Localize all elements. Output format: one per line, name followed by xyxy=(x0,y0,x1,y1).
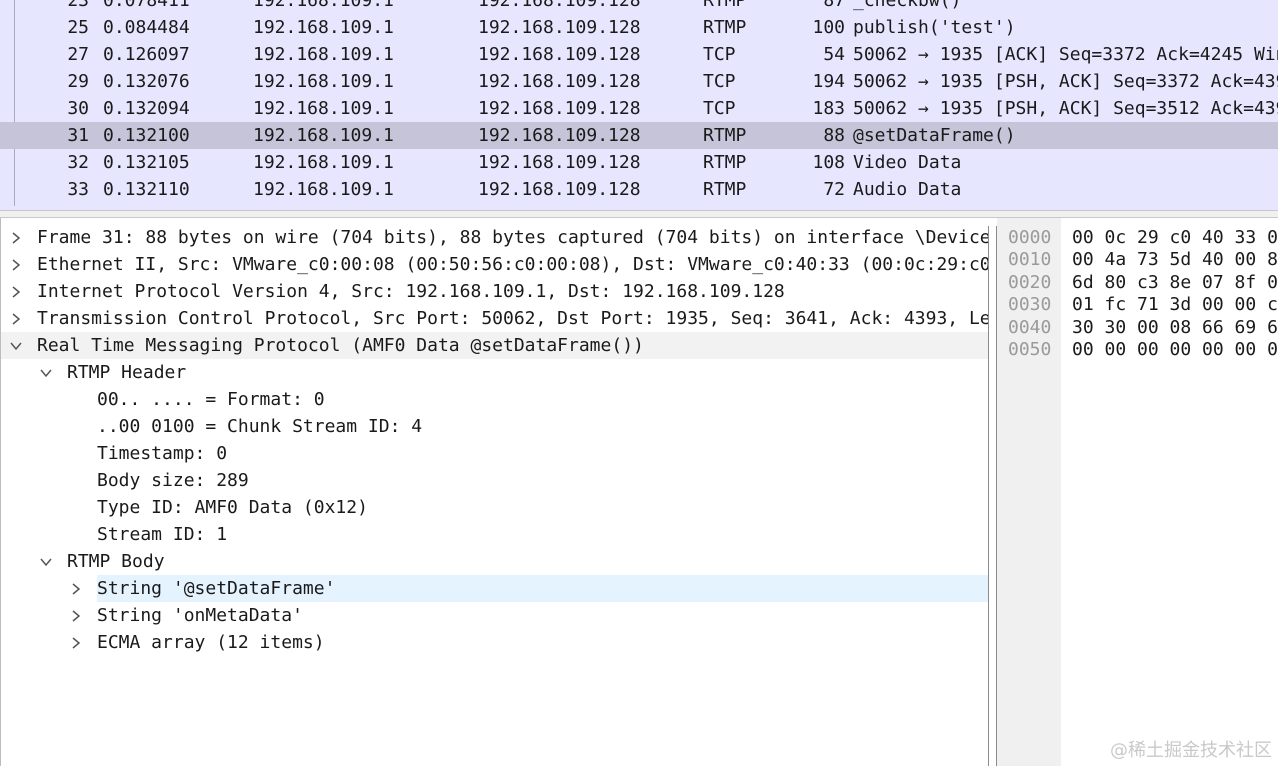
packet-row[interactable]: 32 0.132105 192.168.109.1 192.168.109.128 RT… xyxy=(0,149,1278,176)
byte-offset: 0040 xyxy=(1008,316,1052,338)
tree-item-label: Frame 31: 88 bytes on wire (704 bits), 8… xyxy=(37,227,989,248)
packet-cell-info: 50062 → 1935 [ACK] Seq=3372 Ack=4245 Win xyxy=(853,44,1278,65)
watermark: @稀土掘金技术社区 xyxy=(1110,740,1272,761)
packet-row[interactable]: 23 0.078411 192.168.109.1 192.168.109.128 RT… xyxy=(0,0,1278,14)
chevron-right-icon[interactable] xyxy=(9,251,23,278)
packet-row[interactable]: 29 0.132076 192.168.109.1 192.168.109.128 TC… xyxy=(0,68,1278,95)
byte-row[interactable]: 0050 00 00 00 00 00 00 0 xyxy=(997,339,1278,361)
chevron-right-icon[interactable] xyxy=(69,575,83,602)
tree-item[interactable]: Body size: 289 xyxy=(1,467,989,494)
tree-item-label: Ethernet II, Src: VMware_c0:00:08 (00:50… xyxy=(37,254,989,275)
tree-item-label: Timestamp: 0 xyxy=(97,443,228,464)
tree-item-label: 00.. .... = Format: 0 xyxy=(97,389,325,410)
byte-row[interactable]: 0040 30 30 00 08 66 69 6 xyxy=(997,317,1278,339)
packet-cell-info: @setDataFrame() xyxy=(853,125,1016,146)
pane-divider[interactable] xyxy=(988,226,997,766)
packet-cell-info: _checkbw() xyxy=(853,0,962,11)
byte-row[interactable]: 0010 00 4a 73 5d 40 00 80 xyxy=(997,249,1278,271)
tree-item-label: ..00 0100 = Chunk Stream ID: 4 xyxy=(97,416,423,437)
packet-cell-len: 183 xyxy=(812,98,845,119)
tree-item-label: Internet Protocol Version 4, Src: 192.16… xyxy=(37,281,785,302)
tree-item-label: RTMP Body xyxy=(67,551,165,572)
tree-item[interactable]: String '@setDataFrame' xyxy=(1,575,989,602)
tree-item-label: Stream ID: 1 xyxy=(97,524,228,545)
chevron-down-icon[interactable] xyxy=(39,359,53,386)
packet-cell-len: 194 xyxy=(812,71,845,92)
chevron-right-icon[interactable] xyxy=(69,602,83,629)
byte-offset: 0030 xyxy=(1008,294,1052,316)
tree-item[interactable]: Internet Protocol Version 4, Src: 192.16… xyxy=(1,278,989,305)
tree-item[interactable]: Timestamp: 0 xyxy=(1,440,989,467)
byte-hex: 30 30 00 08 66 69 6 xyxy=(1072,316,1278,338)
packet-cell-len: 72 xyxy=(823,179,845,200)
byte-offset: 0020 xyxy=(1008,271,1052,293)
tree-item-label: ECMA array (12 items) xyxy=(97,632,325,653)
byte-hex: 00 4a 73 5d 40 00 80 xyxy=(1072,249,1278,271)
tree-item[interactable]: 00.. .... = Format: 0 xyxy=(1,386,989,413)
byte-offset: 0050 xyxy=(1008,339,1052,360)
byte-hex: 6d 80 c3 8e 07 8f 0 xyxy=(1072,271,1278,293)
tree-item[interactable]: Type ID: AMF0 Data (0x12) xyxy=(1,494,989,521)
packet-row[interactable]: 33 0.132110 192.168.109.1 192.168.109.128 RT… xyxy=(0,176,1278,203)
byte-hex: 01 fc 71 3d 00 00 c xyxy=(1072,294,1278,316)
byte-row[interactable]: 0030 01 fc 71 3d 00 00 c xyxy=(997,294,1278,316)
packet-cell-len: 54 xyxy=(823,44,845,65)
packet-cell-info: Audio Data xyxy=(853,179,962,200)
tree-item-label: Transmission Control Protocol, Src Port:… xyxy=(37,308,989,329)
packet-list[interactable]: 23 0.078411 192.168.109.1 192.168.109.128 RT… xyxy=(0,0,1278,210)
byte-hex: 00 00 00 00 00 00 0 xyxy=(1072,339,1278,360)
tree-item[interactable]: ..00 0100 = Chunk Stream ID: 4 xyxy=(1,413,989,440)
packet-row[interactable]: 30 0.132094 192.168.109.1 192.168.109.128 TC… xyxy=(0,95,1278,122)
packet-cell-info: 50062 → 1935 [PSH, ACK] Seq=3512 Ack=439 xyxy=(853,98,1278,119)
byte-offset: 0000 xyxy=(1008,227,1052,248)
tree-item-label: Real Time Messaging Protocol (AMF0 Data … xyxy=(37,335,644,356)
tree-item-label: String 'onMetaData' xyxy=(97,605,303,626)
chevron-right-icon[interactable] xyxy=(69,629,83,656)
packet-row[interactable]: 31 0.132100 192.168.109.1 192.168.109.128 RT… xyxy=(0,122,1278,149)
packet-cell-len: 108 xyxy=(812,152,845,173)
tree-item[interactable]: Frame 31: 88 bytes on wire (704 bits), 8… xyxy=(1,224,989,251)
pane-splitter[interactable] xyxy=(0,210,1278,218)
packet-cell-len: 100 xyxy=(812,17,845,38)
tree-item[interactable]: String 'onMetaData' xyxy=(1,602,989,629)
tree-item[interactable]: Real Time Messaging Protocol (AMF0 Data … xyxy=(1,332,989,359)
packet-cell-len: 88 xyxy=(823,125,845,146)
packet-row[interactable]: 25 0.084484 192.168.109.1 192.168.109.128 RT… xyxy=(0,14,1278,41)
chevron-right-icon[interactable] xyxy=(9,305,23,332)
packet-details-tree[interactable]: Frame 31: 88 bytes on wire (704 bits), 8… xyxy=(0,218,989,766)
tree-item-label: Body size: 289 xyxy=(97,470,249,491)
packet-cell-len: 87 xyxy=(823,0,845,11)
byte-row[interactable]: 0000 00 0c 29 c0 40 33 00 xyxy=(997,227,1278,249)
packet-cell-info: 50062 → 1935 [PSH, ACK] Seq=3372 Ack=439 xyxy=(853,71,1278,92)
tree-item-label: RTMP Header xyxy=(67,362,187,383)
chevron-right-icon[interactable] xyxy=(9,224,23,251)
tree-item[interactable]: Transmission Control Protocol, Src Port:… xyxy=(1,305,989,332)
byte-row[interactable]: 0020 6d 80 c3 8e 07 8f 0 xyxy=(997,272,1278,294)
chevron-right-icon[interactable] xyxy=(9,278,23,305)
tree-item[interactable]: RTMP Header xyxy=(1,359,989,386)
byte-offset: 0010 xyxy=(1008,249,1052,271)
packet-cell-info: publish('test') xyxy=(853,17,1016,38)
tree-item[interactable]: RTMP Body xyxy=(1,548,989,575)
packet-bytes-pane[interactable]: 0000 00 0c 29 c0 40 33 00 0010 00 4a 73 5d … xyxy=(997,218,1278,766)
tree-item-label: Type ID: AMF0 Data (0x12) xyxy=(97,497,368,518)
packet-cell-info: Video Data xyxy=(853,152,962,173)
tree-item[interactable]: ECMA array (12 items) xyxy=(1,629,989,656)
chevron-down-icon[interactable] xyxy=(9,332,23,359)
tree-item[interactable]: Stream ID: 1 xyxy=(1,521,989,548)
tree-item[interactable]: Ethernet II, Src: VMware_c0:00:08 (00:50… xyxy=(1,251,989,278)
chevron-down-icon[interactable] xyxy=(39,548,53,575)
packet-row[interactable]: 27 0.126097 192.168.109.1 192.168.109.128 TC… xyxy=(0,41,1278,68)
tree-item-label: String '@setDataFrame' xyxy=(97,575,989,602)
byte-hex: 00 0c 29 c0 40 33 00 xyxy=(1072,227,1278,248)
